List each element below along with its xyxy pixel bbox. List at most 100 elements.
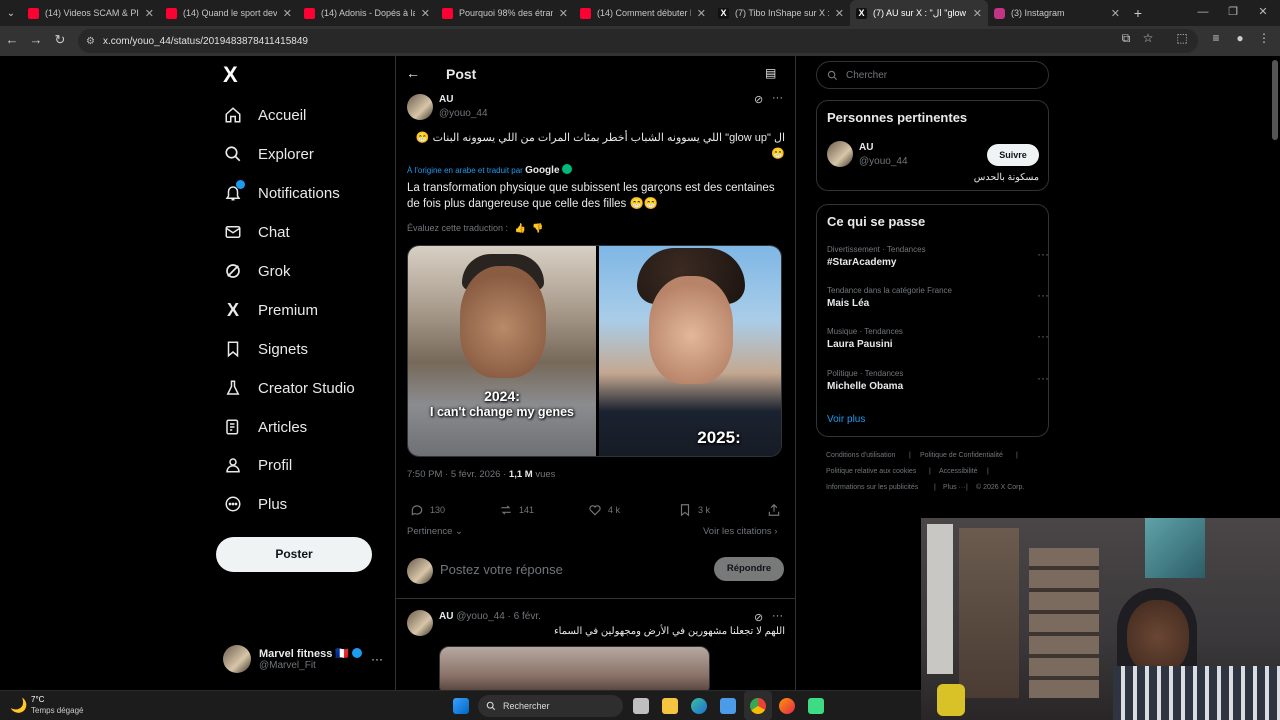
url-field[interactable]: ⚙ x.com/youo_44/status/20194838784114158… (78, 29, 1198, 53)
chrome-icon[interactable] (750, 698, 766, 714)
page-scrollbar[interactable] (1272, 60, 1278, 140)
more-icon[interactable]: ··· (371, 652, 383, 666)
site-info-icon[interactable]: ⚙ (86, 36, 95, 47)
close-icon[interactable]: ✕ (283, 7, 292, 20)
install-app-icon[interactable]: ⧉ (1116, 31, 1136, 46)
file-explorer-icon[interactable] (662, 698, 678, 714)
extensions-icon[interactable]: ⬚ (1172, 31, 1192, 45)
nav-item-notifications[interactable]: Notifications (222, 178, 340, 208)
nav-item-creator-studio[interactable]: Creator Studio (222, 373, 355, 403)
author-name[interactable]: AU (439, 94, 453, 105)
nav-item-chat[interactable]: Chat (222, 217, 290, 247)
show-more-link[interactable]: Voir plus (827, 414, 865, 425)
thumbs-up-icon[interactable]: 👍 (515, 223, 526, 233)
reply-button[interactable]: 130 (410, 503, 445, 517)
post-button[interactable]: Poster (216, 537, 372, 572)
sort-dropdown[interactable]: Pertinence ⌄ (407, 526, 463, 537)
reader-icon[interactable]: ▤ (765, 66, 776, 80)
quotes-link[interactable]: Voir les citations › (703, 526, 777, 537)
nav-item-explore[interactable]: Explorer (222, 139, 314, 169)
nav-item-bookmarks[interactable]: Signets (222, 334, 308, 364)
browser-tab[interactable]: (14) Quand le sport devient✕ (160, 0, 298, 26)
close-icon[interactable]: ✕ (421, 7, 430, 20)
reload-icon[interactable]: ↻ (48, 32, 72, 48)
nav-item-home[interactable]: Accueil (222, 100, 306, 130)
close-icon[interactable]: ✕ (145, 7, 154, 20)
weather-icon[interactable]: 🌙 (10, 697, 27, 714)
avatar[interactable] (827, 141, 853, 167)
footer-terms-link[interactable]: Conditions d'utilisation (826, 452, 895, 459)
close-icon[interactable]: ✕ (1111, 7, 1120, 20)
like-button[interactable]: 4 k (588, 503, 620, 517)
grok-explain-icon[interactable]: ⊘ (754, 611, 763, 624)
footer-accessibility-link[interactable]: Accessibilité (939, 468, 978, 475)
reply-submit-button[interactable]: Répondre (714, 557, 784, 581)
browser-tab-active[interactable]: X(7) AU sur X : "ال "glow up✕ (850, 0, 988, 26)
trend-item[interactable]: Tendance dans la catégorie France Mais L… (827, 286, 1049, 309)
back-icon[interactable]: ← (0, 32, 24, 47)
thumbs-down-icon[interactable]: 👎 (532, 223, 543, 233)
bookmark-button[interactable]: 3 k (678, 503, 710, 517)
image-after[interactable]: 2025: (599, 246, 781, 456)
menu-icon[interactable]: ⋮ (1254, 31, 1274, 45)
close-icon[interactable]: ✕ (973, 7, 982, 20)
grok-explain-icon[interactable]: ⊘ (754, 93, 763, 106)
nav-item-more[interactable]: Plus (222, 489, 287, 519)
browser-tab[interactable]: (14) Videos SCAM & PICK✕ (22, 0, 160, 26)
person-name[interactable]: AU (859, 142, 873, 153)
trend-item[interactable]: Musique · Tendances Laura Pausini ··· (827, 327, 1049, 350)
window-close-icon[interactable]: ✕ (1248, 0, 1278, 26)
browser-tab[interactable]: (14) Comment débuter le ✕ (574, 0, 712, 26)
firefox-icon[interactable] (779, 698, 795, 714)
close-icon[interactable]: ✕ (835, 7, 844, 20)
author-handle[interactable]: @youo_44 (439, 108, 488, 119)
share-button[interactable] (767, 503, 781, 517)
image-before[interactable]: 2024: I can't change my genes (408, 246, 596, 456)
footer-privacy-link[interactable]: Politique de Confidentialité (920, 452, 1003, 459)
browser-tab[interactable]: (3) Instagram ✕ (988, 0, 1126, 26)
person-handle[interactable]: @youo_44 (859, 156, 908, 167)
trend-item[interactable]: Politique · Tendances Michelle Obama ··· (827, 369, 1049, 392)
nav-item-premium[interactable]: X Premium (222, 295, 318, 325)
footer-more-link[interactable]: Plus ··· (943, 484, 966, 491)
forward-icon[interactable]: → (24, 32, 48, 47)
weather-temp[interactable]: 7°C (31, 695, 44, 704)
browser-tab[interactable]: Pourquoi 98% des étrange✕ (436, 0, 574, 26)
follow-button[interactable]: Suivre (987, 144, 1039, 166)
edge-icon[interactable] (691, 698, 707, 714)
nav-item-grok[interactable]: Grok (222, 256, 291, 286)
x-logo-icon[interactable]: X (223, 64, 245, 86)
trend-item[interactable]: Divertissement · Tendances #StarAcademy … (827, 245, 1049, 268)
task-view-icon[interactable] (633, 698, 649, 714)
new-tab-icon[interactable]: + (1126, 5, 1150, 21)
close-icon[interactable]: ✕ (697, 7, 706, 20)
nav-item-profile[interactable]: Profil (222, 450, 292, 480)
post-media[interactable]: 2024: I can't change my genes 2025: (407, 245, 782, 457)
app-icon[interactable] (808, 698, 824, 714)
browser-tab[interactable]: (14) Adonis - Dopés à la n ✕ (298, 0, 436, 26)
nav-item-articles[interactable]: Articles (222, 412, 307, 442)
more-icon[interactable]: ··· (772, 92, 783, 104)
reply-input[interactable]: Postez votre réponse (440, 562, 563, 577)
close-icon[interactable]: ✕ (559, 7, 568, 20)
avatar[interactable] (407, 610, 433, 636)
account-switcher[interactable]: Marvel fitness 🇫🇷 @Marvel_Fit ··· (223, 642, 383, 676)
more-icon[interactable]: ··· (1037, 371, 1049, 385)
footer-cookies-link[interactable]: Politique relative aux cookies (826, 468, 916, 475)
media-icon[interactable]: ≡ (1206, 31, 1226, 45)
more-icon[interactable]: ··· (772, 610, 783, 622)
taskbar-search[interactable]: Rechercher (478, 695, 623, 717)
more-icon[interactable]: ··· (1037, 329, 1049, 343)
search-input[interactable]: Chercher (816, 61, 1049, 89)
restore-icon[interactable]: ❐ (1218, 0, 1248, 26)
avatar[interactable] (407, 94, 433, 120)
reply-tweet-media[interactable] (439, 646, 710, 690)
profile-icon[interactable]: ● (1230, 31, 1250, 45)
repost-button[interactable]: 141 (499, 503, 534, 517)
windows-start-icon[interactable] (453, 698, 469, 714)
footer-ads-link[interactable]: Informations sur les publicités (826, 484, 918, 491)
browser-tab[interactable]: X (7) Tibo InShape sur X : " ✕ (712, 0, 850, 26)
weather-desc[interactable]: Temps dégagé (31, 706, 83, 715)
more-icon[interactable]: ··· (1037, 247, 1049, 261)
minimize-icon[interactable]: — (1188, 0, 1218, 26)
